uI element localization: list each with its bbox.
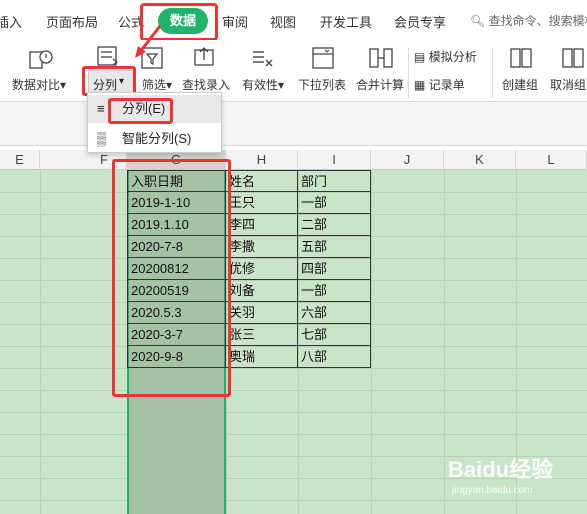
table-cell[interactable]: 优修 [226,258,298,280]
table-cell[interactable]: 六部 [298,302,371,324]
create-group-button[interactable]: 创建组 [502,76,538,93]
table-cell[interactable]: 二部 [298,214,371,236]
ribbon-separator [492,48,493,98]
grid-line [0,412,587,413]
column-header-j[interactable]: J [371,150,444,170]
data-compare-icon [29,50,53,69]
smart-split-icon: ▒ [97,131,107,146]
tab-member[interactable]: 会员专享 [394,12,446,31]
split-column-icon: ≡ [97,101,105,116]
column-header-l[interactable]: L [516,150,587,170]
tab-view[interactable]: 视图 [270,12,296,31]
table-cell[interactable]: 奥瑞 [226,346,298,368]
table-cell[interactable]: 一部 [298,192,371,214]
table-cell[interactable]: 张三 [226,324,298,346]
annotation-highlight-split-menu-item [108,98,173,124]
lookup-entry-button[interactable]: 查找录入 [182,76,230,93]
menu-item-smart-split[interactable]: ▒ 智能分列(S) [88,125,221,153]
watermark-logo: Baidu经验 [448,457,554,482]
ribbon-separator [408,48,409,98]
validity-label: 有效性 [242,78,279,92]
dropdown-list-icon [312,47,334,69]
record-sheet-button[interactable]: ▦ 记录单 [414,76,465,93]
annotation-highlight-column-g [112,159,231,397]
tab-review[interactable]: 审阅 [222,12,248,31]
watermark-url: jingyan.baidu.com [452,485,533,496]
data-compare-button[interactable]: 数据对比▾ [12,76,66,93]
tab-page-layout[interactable]: 页面布局 [46,12,98,31]
tab-insert[interactable]: 插入 [0,12,22,31]
filter-label: 筛选 [142,78,167,92]
table-cell[interactable]: 关羽 [226,302,298,324]
simulation-icon: ▤ [414,50,426,64]
table-cell[interactable]: 刘备 [226,280,298,302]
column-header-h[interactable]: H [226,150,298,170]
merge-calc-button[interactable]: 合并计算 [356,76,404,93]
grid-line [444,170,445,514]
record-sheet-label: 记录单 [428,78,465,92]
merge-calc-icon [369,48,393,68]
column-header-e[interactable]: E [0,150,40,170]
ungroup-button[interactable]: 取消组 [550,76,586,93]
annotation-arrow-icon [135,25,162,58]
table-header-dept[interactable]: 部门 [298,170,371,192]
grid-line [0,434,587,435]
table-cell[interactable]: 李撒 [226,236,298,258]
search-icon: 🔍︎ [470,14,486,28]
filter-button[interactable]: 筛选▾ [142,76,172,93]
table-cell[interactable]: 李四 [226,214,298,236]
table-cell[interactable]: 八部 [298,346,371,368]
simulation-analysis-button[interactable]: ▤ 模拟分析 [414,48,477,65]
validity-icon [253,51,273,67]
menu-item-smart-split-label: 智能分列(S) [122,131,192,146]
validity-button[interactable]: 有效性▾ [242,76,284,93]
ungroup-icon [562,48,584,68]
tab-developer[interactable]: 开发工具 [320,12,372,31]
table-cell[interactable]: 五部 [298,236,371,258]
dropdown-list-button[interactable]: 下拉列表 [298,76,346,93]
grid-line [40,170,41,514]
grid-line [0,390,587,391]
table-cell[interactable]: 四部 [298,258,371,280]
simulation-label: 模拟分析 [428,50,477,64]
command-search[interactable]: 🔍︎ 查找命令、搜索模板 [470,12,587,29]
split-column-icon [97,46,119,66]
create-group-icon [510,48,532,68]
data-compare-label: 数据对比 [12,78,61,92]
grid-line [0,368,587,369]
search-placeholder: 查找命令、搜索模板 [488,14,587,28]
table-cell[interactable]: 王只 [226,192,298,214]
lookup-entry-icon [194,47,214,66]
column-header-i[interactable]: I [298,150,371,170]
column-header-k[interactable]: K [444,150,516,170]
grid-line [0,500,587,501]
record-sheet-icon: ▦ [414,78,426,92]
table-cell[interactable]: 七部 [298,324,371,346]
table-header-name[interactable]: 姓名 [226,170,298,192]
grid-line [371,170,372,514]
ribbon-tab-bar: 插入 页面布局 公式 数据 审阅 视图 开发工具 会员专享 🔍︎ 查找命令、搜索… [0,0,587,40]
table-cell[interactable]: 一部 [298,280,371,302]
